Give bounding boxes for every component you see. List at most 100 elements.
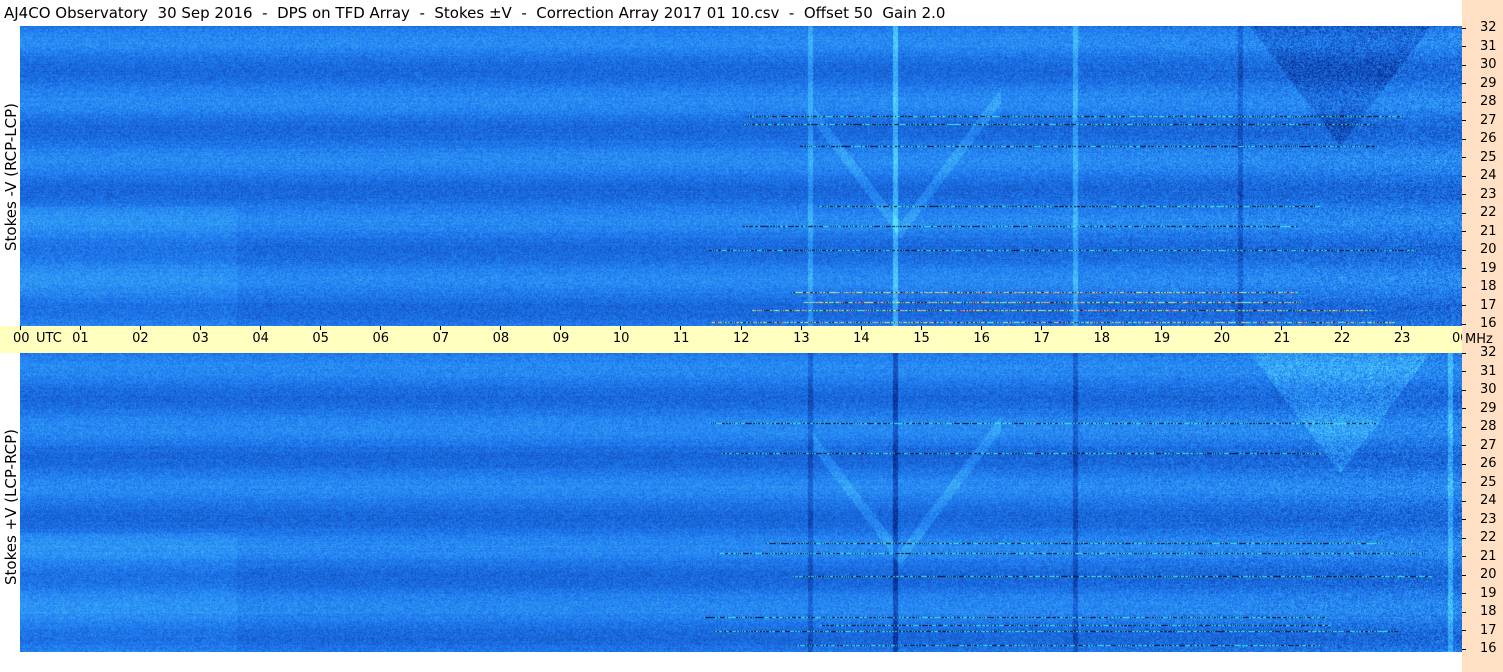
time-tick-label: 23	[1393, 331, 1411, 346]
time-tick	[620, 326, 622, 330]
time-tick-label: 02	[132, 331, 149, 346]
time-tick	[860, 326, 862, 330]
freq-tick-label: 29	[1480, 75, 1497, 91]
freq-tick	[1462, 648, 1466, 650]
time-tick	[680, 326, 682, 330]
freq-tick-label: 26	[1480, 456, 1497, 471]
time-tick	[920, 326, 922, 330]
freq-tick	[1462, 231, 1466, 232]
time-tick	[319, 326, 321, 330]
freq-tick-label: 16	[1480, 316, 1497, 331]
time-tick	[1221, 326, 1223, 330]
time-tick	[19, 326, 21, 330]
time-tick-label: 20	[1213, 331, 1231, 346]
freq-tick	[1462, 194, 1466, 195]
freq-tick-label: 20	[1480, 242, 1497, 257]
time-tick	[800, 326, 802, 330]
freq-tick-label: 32	[1480, 345, 1497, 360]
time-tick-label: 15	[913, 331, 930, 346]
time-tick-label: 03	[192, 331, 209, 346]
freq-tick-label: 21	[1480, 548, 1497, 564]
freq-tick	[1462, 64, 1466, 66]
freq-tick	[1462, 286, 1466, 288]
time-tick	[560, 326, 562, 330]
freq-tick	[1462, 445, 1466, 446]
chart-title: AJ4CO Observatory 30 Sep 2016 - DPS on T…	[4, 4, 946, 22]
freq-tick	[1462, 630, 1466, 631]
freq-tick-label: 29	[1480, 400, 1497, 416]
freq-tick	[1462, 556, 1466, 557]
time-tick-label: 00	[13, 331, 30, 346]
time-tick	[1161, 326, 1163, 330]
freq-tick-label: 25	[1480, 474, 1497, 490]
freq-tick	[1462, 83, 1466, 84]
freq-tick-label: 30	[1480, 382, 1497, 397]
freq-tick	[1462, 27, 1466, 29]
time-tick-label: 18	[1093, 331, 1111, 346]
time-axis: UTC 00 01 02 03 04 05 06 07 08 09 10 11 12 13 14 15 16 17…	[0, 326, 1469, 353]
spectrogram-top-canvas	[20, 26, 1462, 326]
freq-tick-label: 22	[1480, 205, 1497, 220]
freq-tick	[1462, 463, 1466, 465]
spectrogram-top	[20, 26, 1462, 326]
freq-tick	[1462, 352, 1466, 354]
freq-tick-label: 20	[1480, 567, 1497, 582]
time-tick-label: 13	[793, 331, 810, 346]
freq-tick	[1462, 101, 1466, 103]
time-tick	[1281, 326, 1283, 330]
freq-tick-label: 19	[1480, 260, 1497, 276]
time-tick-label: 07	[432, 331, 450, 346]
freq-tick-label: 23	[1480, 186, 1497, 202]
time-tick	[1040, 326, 1042, 330]
time-tick-label: 11	[672, 331, 690, 346]
panel-top-label: Stokes -V (RCP-LCP)	[2, 103, 20, 251]
time-tick	[380, 326, 381, 330]
time-tick-label: 05	[312, 331, 329, 346]
time-tick	[79, 326, 81, 330]
freq-tick	[1462, 611, 1466, 613]
freq-tick-label: 30	[1480, 57, 1497, 72]
freq-tick	[1462, 249, 1466, 251]
time-axis-unit: UTC	[36, 331, 62, 346]
freq-tick-label: 25	[1480, 149, 1497, 165]
freq-tick	[1462, 519, 1466, 520]
freq-tick	[1462, 500, 1466, 502]
freq-tick	[1462, 389, 1466, 391]
freq-tick	[1462, 175, 1466, 177]
time-tick-label: 01	[72, 331, 89, 346]
time-tick	[1401, 326, 1403, 330]
freq-tick-label: 23	[1480, 511, 1497, 527]
freq-tick-label: 24	[1480, 493, 1497, 508]
time-tick-label: 19	[1153, 331, 1171, 346]
freq-tick	[1462, 537, 1466, 539]
freq-tick	[1462, 120, 1466, 121]
freq-tick	[1462, 482, 1466, 483]
time-tick	[199, 326, 201, 330]
freq-tick	[1462, 46, 1466, 47]
time-tick-label: 21	[1273, 331, 1291, 346]
freq-tick	[1462, 305, 1466, 306]
freq-tick-label: 27	[1480, 437, 1497, 453]
freq-tick	[1462, 408, 1466, 409]
spectrogram-bottom-canvas	[20, 353, 1462, 652]
freq-tick-label: 18	[1480, 604, 1497, 619]
freq-tick	[1462, 268, 1466, 269]
freq-tick	[1462, 574, 1466, 576]
freq-tick-label: 31	[1480, 363, 1497, 379]
time-tick	[139, 326, 141, 330]
freq-tick-label: 32	[1480, 20, 1497, 35]
frequency-axis: MHz 32 31 30 29 28 27 26 25 24 23 22 21 20 19 18 17 16 32…	[1462, 0, 1503, 672]
freq-tick-label: 17	[1480, 622, 1497, 638]
time-tick-label: 17	[1033, 331, 1050, 346]
freq-tick-label: 28	[1480, 94, 1497, 109]
time-tick	[500, 326, 502, 330]
freq-tick	[1462, 157, 1466, 158]
freq-tick-label: 31	[1480, 38, 1497, 54]
freq-tick-label: 27	[1480, 112, 1497, 128]
freq-tick-label: 28	[1480, 419, 1497, 434]
time-tick	[1101, 326, 1102, 330]
freq-tick-label: 19	[1480, 585, 1497, 601]
spectrogram-bottom	[20, 353, 1462, 652]
time-tick-label: 16	[973, 331, 990, 346]
time-tick	[980, 326, 982, 330]
